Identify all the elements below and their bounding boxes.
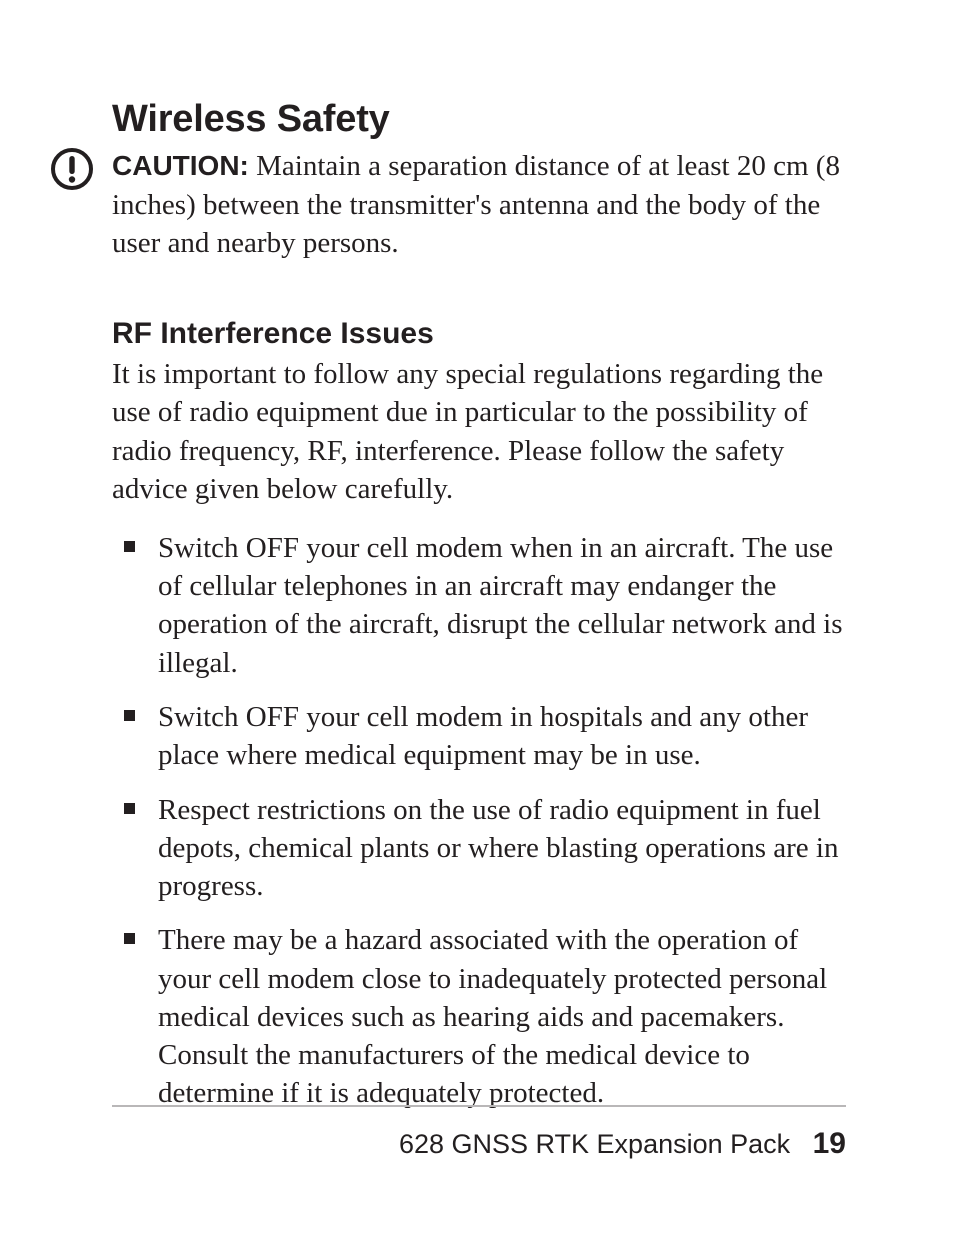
caution-icon: [50, 147, 94, 196]
footer-doc-title: 628 GNSS RTK Expansion Pack: [399, 1129, 790, 1159]
list-item: There may be a hazard associated with th…: [112, 921, 846, 1112]
footer-page-number: 19: [813, 1127, 846, 1160]
intro-paragraph: It is important to follow any special re…: [112, 355, 846, 509]
caution-label: CAUTION:: [112, 150, 249, 181]
section-heading: Wireless Safety: [112, 98, 846, 141]
list-item: Switch OFF your cell modem when in an ai…: [112, 529, 846, 682]
subsection-heading: RF Interference Issues: [112, 317, 846, 351]
list-item: Respect restrictions on the use of radio…: [112, 791, 846, 906]
caution-block: CAUTION: Maintain a separation distance …: [112, 147, 846, 263]
bullet-list: Switch OFF your cell modem when in an ai…: [112, 529, 846, 1113]
list-item: Switch OFF your cell modem in hospitals …: [112, 698, 846, 775]
page: Wireless Safety CAUTION: Maintain a sepa…: [0, 0, 954, 1235]
caution-paragraph: CAUTION: Maintain a separation distance …: [112, 147, 846, 263]
page-footer: 628 GNSS RTK Expansion Pack 19: [112, 1105, 846, 1161]
